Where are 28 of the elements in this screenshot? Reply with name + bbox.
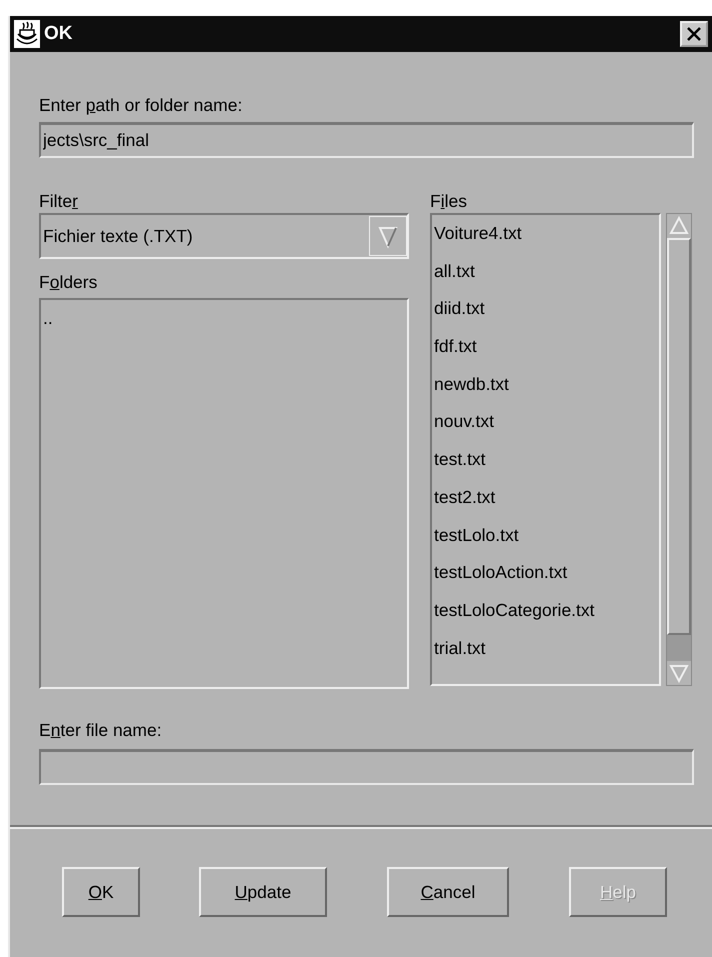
dialog-button[interactable]: Cancel [387,867,509,917]
folder-item[interactable]: .. [43,308,53,328]
file-item[interactable]: trial.txt [434,638,486,658]
file-name-field[interactable] [39,749,694,785]
file-item[interactable]: all.txt [434,260,475,281]
filter-dropdown[interactable]: Fichier texte (.TXT) [39,213,409,259]
dialog-button[interactable]: OK [62,867,140,917]
path-label: Enter path or folder name: [39,94,242,117]
file-name-label: Enter file name: [39,719,162,742]
file-item[interactable]: newdb.txt [434,374,509,394]
file-item[interactable]: fdf.txt [434,336,477,356]
coffee-cup-icon [14,20,40,48]
file-item[interactable]: testLoloCategorie.txt [434,600,595,620]
file-item[interactable]: test2.txt [434,486,496,507]
folders-label: Folders [39,271,98,294]
dropdown-arrow-icon [369,216,407,256]
filter-label: Filter [39,190,78,213]
file-item[interactable]: Voiture4.txt [434,223,522,243]
file-item[interactable]: diid.txt [434,298,485,318]
files-label: Files [430,190,467,213]
file-item[interactable]: test.txt [434,449,486,470]
scroll-thumb[interactable] [667,238,691,635]
file-item[interactable]: testLolo.txt [434,524,519,544]
dialog-button[interactable]: Update [199,867,327,917]
file-item[interactable]: testLoloAction.txt [434,562,568,582]
window-title: OK [44,23,74,45]
file-item[interactable]: nouv.txt [434,411,494,432]
close-icon[interactable] [680,21,708,47]
